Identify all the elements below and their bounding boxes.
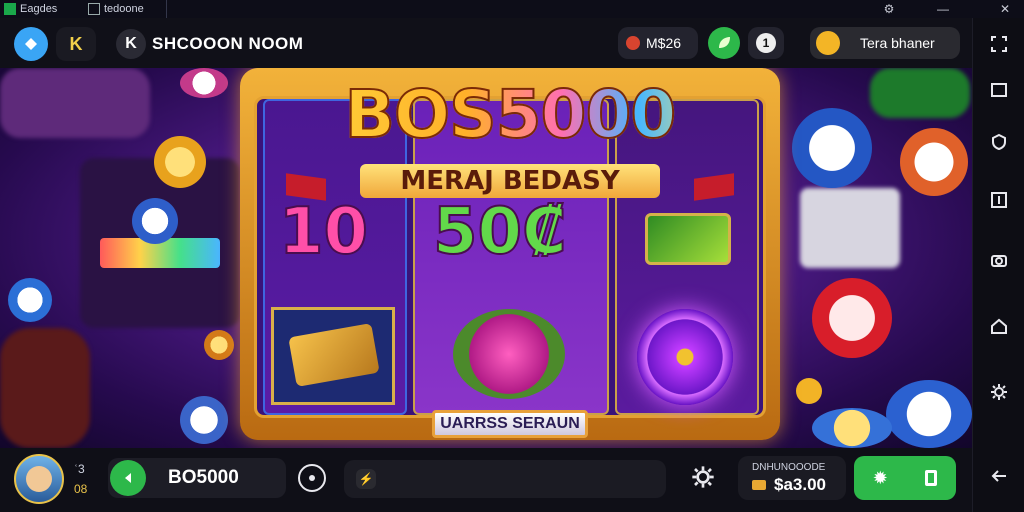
- chip-blue: [132, 198, 178, 244]
- os-tab-1-label: Eagdes: [20, 3, 58, 15]
- player-stat-bottom: 08: [74, 482, 88, 496]
- k-avatar-icon: K: [116, 29, 146, 59]
- bg-green-barrel: [870, 68, 970, 118]
- window-mode-icon[interactable]: [987, 78, 1011, 102]
- reel2-value: 50₡: [432, 194, 568, 270]
- chip-mixed: [812, 408, 892, 448]
- player-stat-top: ʿ3: [74, 462, 85, 476]
- gold-bar-icon: [752, 479, 766, 490]
- home-icon[interactable]: [987, 314, 1011, 338]
- lightning-icon: ⚡: [356, 469, 376, 489]
- promo-label: Tera bhaner: [860, 35, 935, 51]
- card-icon: [925, 470, 938, 486]
- currency1-value: M$26: [646, 35, 682, 51]
- app-icon: [4, 3, 16, 15]
- slot-frame: 10 50₡ BOS5000 MERAJ BEDASY UARRSS SERAU…: [240, 68, 780, 440]
- message-input[interactable]: ⚡: [344, 460, 666, 498]
- bg-chair: [0, 328, 90, 448]
- top-bar: K K SHCOOON NOOM M$26 1 Tera bhaner: [0, 18, 972, 68]
- os-titlebar: Eagdes tedoone ⚙ — ✕: [0, 0, 1024, 18]
- fullscreen-icon[interactable]: [987, 32, 1011, 56]
- menu-button[interactable]: K: [56, 27, 96, 61]
- code-pill[interactable]: BO5000: [108, 458, 286, 498]
- player-avatar[interactable]: [14, 454, 64, 504]
- book-tile: [271, 307, 395, 405]
- reel1-value: 10: [278, 194, 369, 270]
- chip-blue-2: [8, 278, 52, 322]
- chip-orange: [900, 128, 968, 196]
- leaf-icon[interactable]: [708, 27, 740, 59]
- settings-icon[interactable]: ⚙: [880, 0, 898, 18]
- os-tab-1[interactable]: Eagdes: [4, 0, 57, 18]
- coin-small: [796, 378, 822, 404]
- game-logo-subtitle: MERAJ BEDASY: [360, 164, 660, 198]
- chip-gold-2: [204, 330, 234, 360]
- gem-icon: [626, 36, 640, 50]
- camera-icon[interactable]: [987, 248, 1011, 272]
- balance-panel: DNHUNOOODE $a3.00: [738, 456, 846, 500]
- spin-label-badge[interactable]: UARRSS SERAUN: [432, 410, 588, 438]
- gear-icon[interactable]: [688, 462, 718, 492]
- action-button[interactable]: ✹: [854, 456, 956, 500]
- gear-icon[interactable]: [987, 380, 1011, 404]
- os-tab-2-label: tedoone: [104, 3, 144, 15]
- promo-button[interactable]: Tera bhaner: [810, 27, 960, 59]
- bottom-bar: ʿ3 08 BO5000 ⚡ DNHUNOOODE $a3.00 ✹: [0, 448, 972, 512]
- bg-sign: [800, 188, 900, 268]
- minimize-icon[interactable]: —: [934, 0, 952, 18]
- home-icon[interactable]: [14, 27, 48, 61]
- coin-icon: [816, 31, 840, 55]
- play-icon[interactable]: [110, 460, 146, 496]
- game-title: SHCOOON NOOM: [152, 34, 304, 53]
- fruit-basket-icon: [453, 309, 565, 399]
- chip-blue-4: [886, 380, 972, 448]
- settings-gear-icon: ✹: [872, 467, 888, 488]
- balance-value: $a3.00: [774, 474, 826, 494]
- chip-pink: [180, 68, 228, 98]
- book-icon: [288, 323, 380, 387]
- back-arrow-icon[interactable]: [987, 464, 1011, 488]
- shield-icon[interactable]: [987, 130, 1011, 154]
- balance-label: DNHUNOOODE: [752, 461, 826, 473]
- currency1-pill[interactable]: M$26: [618, 27, 698, 59]
- chip-gold: [154, 136, 206, 188]
- cash-symbol-icon: [645, 213, 731, 265]
- game-scene: 10 50₡ BOS5000 MERAJ BEDASY UARRSS SERAU…: [0, 68, 972, 448]
- game-logo-title: BOS5000: [296, 75, 724, 154]
- magic-orb-icon: [637, 309, 733, 405]
- screenshot-icon[interactable]: [987, 188, 1011, 212]
- currency2-value: 1: [756, 33, 776, 53]
- os-separator: [166, 0, 167, 18]
- chip-red: [812, 278, 892, 358]
- code-value: BO5000: [168, 467, 239, 488]
- notification-pill[interactable]: 1: [748, 27, 784, 59]
- avatar-face-icon: [26, 466, 52, 492]
- right-sidebar: [972, 18, 1024, 512]
- bg-barrel: [0, 68, 150, 138]
- chip-blue-large: [792, 108, 872, 188]
- chip-blue-3: [180, 396, 228, 444]
- timer-icon[interactable]: [298, 464, 326, 492]
- os-tab-2[interactable]: tedoone: [88, 0, 144, 18]
- window-icon: [88, 3, 100, 15]
- close-icon[interactable]: ✕: [996, 0, 1014, 18]
- k-logo-icon: K: [69, 33, 83, 54]
